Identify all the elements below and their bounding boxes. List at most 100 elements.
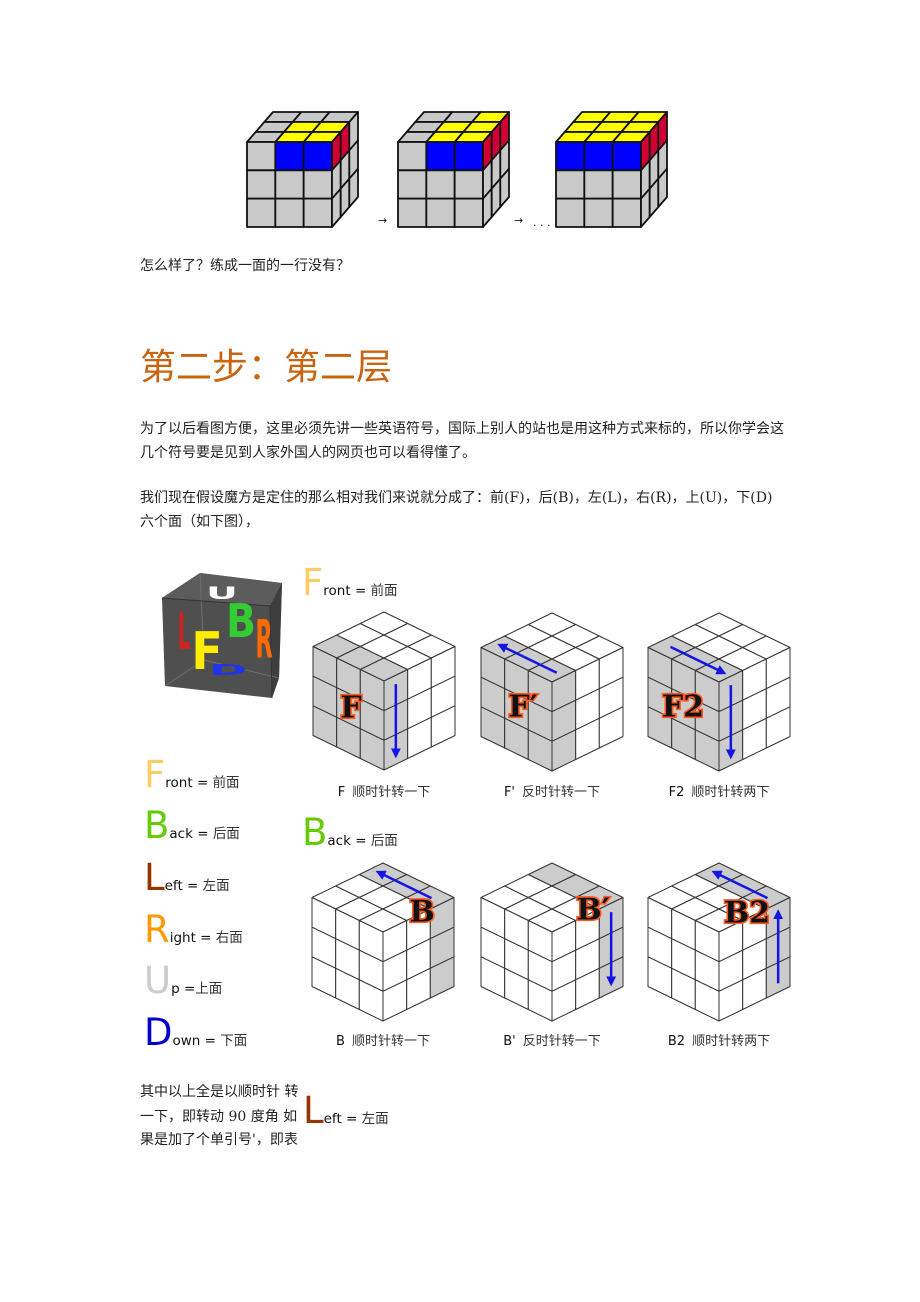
- move-description: 顺时针转一下: [352, 785, 431, 800]
- front-face-sticker: [453, 197, 484, 228]
- note-line: 其中以上全是以顺时针 转: [140, 1084, 299, 1100]
- move-description: 顺时针转两下: [691, 785, 770, 800]
- front-face-sticker: [555, 141, 586, 172]
- legend-item-up: Up =上面: [144, 962, 222, 1008]
- cube-state-1: [246, 111, 359, 228]
- front-face-sticker: [274, 197, 305, 228]
- paragraph-line: 六个面（如下图），: [140, 514, 259, 530]
- front-face-sticker: [302, 197, 333, 228]
- legend-meaning: 上面: [195, 981, 223, 997]
- legend-item-back: Back = 后面: [144, 807, 240, 853]
- front-face-sticker: [583, 197, 614, 228]
- sequence-arrow: →: [378, 214, 388, 227]
- move-description: 反时针转一下: [522, 785, 601, 800]
- front-face-sticker: [611, 141, 642, 172]
- legend-rest: eft =: [164, 878, 203, 894]
- front-face-sticker: [555, 169, 586, 200]
- move-label: B2: [724, 896, 770, 931]
- front-face-sticker: [274, 169, 305, 200]
- legend-meaning: 前面: [370, 583, 398, 599]
- front-face-sticker: [302, 141, 333, 172]
- front-face-sticker: [583, 141, 614, 172]
- legend-rest: p =: [171, 981, 196, 997]
- front-face-sticker: [611, 197, 642, 228]
- move-diagram-B2: B2: [647, 862, 791, 1022]
- face-letter-group: L: [178, 603, 191, 661]
- move-diagram-F2: F2: [647, 612, 791, 772]
- legend-meaning: 右面: [215, 930, 243, 946]
- front-face-sticker: [425, 169, 456, 200]
- legend-meaning: 左面: [361, 1111, 389, 1127]
- front-face-sticker: [246, 141, 277, 172]
- legend-rest: own =: [172, 1033, 221, 1049]
- legend-initial: D: [144, 1011, 173, 1054]
- section-heading: 第二步：第二层: [140, 347, 393, 388]
- face-letter-group: D: [209, 661, 247, 679]
- front-moves-header: Front = 前面: [302, 564, 398, 610]
- legend-initial: B: [144, 804, 170, 847]
- move-caption-F: F 顺时针转一下: [299, 782, 469, 802]
- legend-meaning: 下面: [220, 1033, 248, 1049]
- back-moves-diagrams: B B′ B2: [311, 862, 791, 1022]
- move-description: 顺时针转两下: [692, 1034, 771, 1049]
- legend-meaning: 后面: [212, 826, 240, 842]
- legend-rest: ack =: [169, 826, 213, 842]
- face-letter-right: R: [255, 609, 272, 670]
- move-caption-B: B 顺时针转一下: [298, 1031, 468, 1051]
- legend-rest: ront =: [165, 775, 213, 791]
- front-face-sticker: [246, 197, 277, 228]
- move-code: B: [336, 1034, 345, 1049]
- legend-rest: eft =: [323, 1111, 362, 1127]
- move-code: B': [503, 1034, 516, 1049]
- move-caption-F2: F2 顺时针转两下: [634, 782, 804, 802]
- legend-rest: ack =: [327, 833, 371, 849]
- legend-initial: U: [144, 959, 172, 1002]
- move-code: B2: [667, 1034, 686, 1049]
- move-caption-B2: B2 顺时针转两下: [634, 1031, 804, 1051]
- note-line: 果是加了个单引号'，即表: [140, 1132, 298, 1148]
- sequence-ellipsis: . . .: [533, 216, 551, 229]
- move-label: B′: [576, 893, 609, 928]
- move-diagram-F-prime: F′: [480, 612, 624, 772]
- front-face-sticker: [397, 169, 428, 200]
- paragraph-line: 我们现在假设魔方是定住的那么相对我们来说就分成了：前(F)，后(B)，左(L)，…: [140, 490, 773, 506]
- move-label: B: [409, 895, 434, 930]
- move-code: F': [503, 785, 516, 800]
- move-diagram-B-prime: B′: [480, 862, 624, 1022]
- move-diagram-F: F: [312, 611, 456, 771]
- front-face-sticker: [611, 169, 642, 200]
- move-diagram-B: B: [311, 862, 455, 1022]
- front-face-sticker: [302, 169, 333, 200]
- face-letter-left: L: [178, 603, 191, 661]
- legend-item-right: Right = 右面: [144, 911, 243, 957]
- move-caption-F-prime: F' 反时针转一下: [467, 782, 637, 802]
- legend-item-front: Front = 前面: [144, 756, 240, 802]
- legend-item-left: Left = 左面: [144, 859, 230, 905]
- front-face-sticker: [555, 197, 586, 228]
- move-caption-B-prime: B' 反时针转一下: [467, 1031, 637, 1051]
- cube-state-3: [555, 111, 668, 228]
- legend-initial: L: [303, 1089, 324, 1132]
- note-line: 一下，即转动 90 度角 如: [140, 1109, 298, 1125]
- front-face-sticker: [425, 141, 456, 172]
- front-face-sticker: [425, 197, 456, 228]
- page: UBRLFD F F′ F2 B B′ B2 → → . . . 怎么样了？练成一面的一…: [0, 0, 920, 1302]
- front-face-sticker: [583, 169, 614, 200]
- top-layer-sequence-diagram: [246, 111, 668, 228]
- intro-question: 怎么样了？练成一面的一行没有？: [140, 258, 350, 274]
- face-letter-back: B: [226, 595, 256, 649]
- paragraph-line: 为了以后看图方便，这里必须先讲一些英语符号，国际上别人的站也是用这种方式来标的，…: [140, 421, 784, 437]
- legend-meaning: 左面: [202, 878, 230, 894]
- move-label: F2: [662, 690, 704, 725]
- move-label: F′: [508, 690, 537, 725]
- front-face-sticker: [397, 197, 428, 228]
- move-code: F: [337, 785, 346, 800]
- legend-initial: F: [302, 561, 324, 604]
- legend-initial: R: [144, 908, 170, 951]
- legend-rest: ront =: [323, 583, 371, 599]
- front-face-sticker: [397, 141, 428, 172]
- front-face-sticker: [274, 141, 305, 172]
- legend-rest: ight =: [169, 930, 216, 946]
- face-letter-group: B: [226, 595, 256, 649]
- move-code: F2: [668, 785, 685, 800]
